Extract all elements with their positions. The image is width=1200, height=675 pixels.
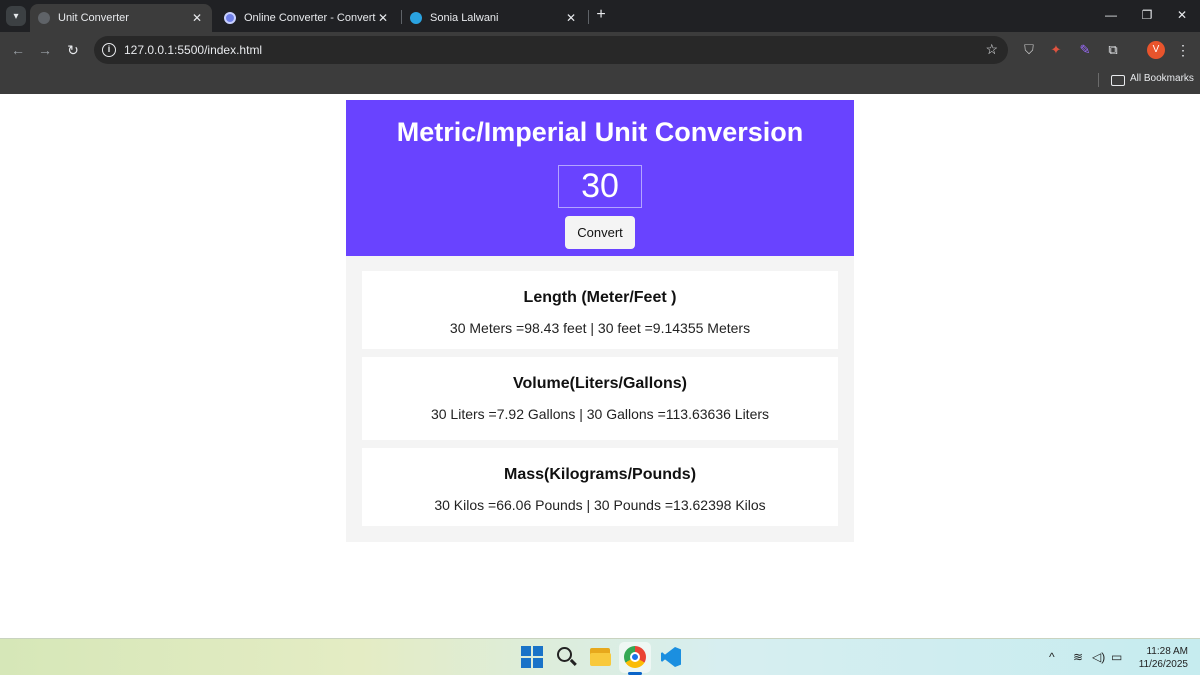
clock-time: 11:28 AM — [1146, 646, 1188, 657]
address-bar[interactable]: i 127.0.0.1:5500/index.html ☆ — [94, 36, 1008, 64]
file-explorer-icon[interactable] — [590, 646, 612, 668]
card-title: Mass(Kilograms/Pounds) — [503, 466, 697, 483]
card-result: 30 Kilos =66.06 Pounds | 30 Pounds =13.6… — [434, 497, 766, 513]
tab-title: Online Converter - Convert Ima — [244, 12, 376, 24]
folder-icon[interactable] — [1111, 75, 1125, 86]
system-clock[interactable]: 11:28 AM 11/26/2025 — [1130, 645, 1188, 671]
reload-icon[interactable]: ↻ — [63, 40, 83, 60]
telegram-icon — [410, 12, 422, 24]
convert-button[interactable]: Convert — [565, 216, 635, 249]
bookmarks-divider — [1098, 73, 1099, 87]
windows-taskbar: ^ ≋ ◁) ▭ 11:28 AM 11/26/2025 — [0, 638, 1200, 675]
page-title: Metric/Imperial Unit Conversion — [396, 117, 804, 147]
tab-divider — [588, 10, 589, 24]
back-arrow-icon[interactable]: ← — [8, 40, 28, 60]
ruffle-extension-icon[interactable]: ✦ — [1047, 41, 1065, 59]
shield-extension-icon[interactable]: ⛉ — [1020, 41, 1038, 59]
url-text[interactable]: 127.0.0.1:5500/index.html — [124, 43, 262, 57]
browser-toolbar: ← → ↻ i 127.0.0.1:5500/index.html ☆ ⛉ ✦ … — [0, 32, 1200, 68]
globe-icon — [38, 12, 50, 24]
battery-icon[interactable]: ▭ — [1111, 650, 1122, 664]
bookmark-star-icon[interactable]: ☆ — [985, 41, 998, 58]
windows-start-icon[interactable] — [521, 646, 543, 668]
chrome-icon[interactable] — [624, 646, 646, 668]
page-viewport: Metric/Imperial Unit Conversion Convert … — [0, 94, 1200, 638]
unit-converter-app: Metric/Imperial Unit Conversion Convert … — [346, 100, 854, 542]
mass-card: Mass(Kilograms/Pounds) 30 Kilos =66.06 P… — [362, 448, 838, 526]
chevron-up-icon[interactable]: ^ — [1049, 650, 1055, 664]
vscode-icon[interactable] — [660, 646, 682, 668]
card-title: Length (Meter/Feet ) — [523, 289, 677, 306]
tab-strip: ▾ Unit Converter ✕ Online Converter - Co… — [0, 0, 1200, 32]
card-result: 30 Liters =7.92 Gallons | 30 Gallons =11… — [430, 406, 770, 422]
length-card: Length (Meter/Feet ) 30 Meters =98.43 fe… — [362, 271, 838, 349]
converter-header: Metric/Imperial Unit Conversion Convert — [346, 100, 854, 256]
close-icon[interactable]: ✕ — [190, 11, 204, 25]
volume-icon[interactable]: ◁) — [1092, 650, 1105, 664]
extensions-puzzle-icon[interactable]: ⧉ — [1104, 41, 1122, 59]
tab-title: Sonia Lalwani — [430, 12, 499, 24]
site-info-icon[interactable]: i — [102, 43, 116, 57]
card-title: Volume(Liters/Gallons) — [513, 375, 687, 392]
restore-icon[interactable]: ❐ — [1129, 4, 1165, 26]
results-panel: Length (Meter/Feet ) 30 Meters =98.43 fe… — [346, 256, 854, 542]
wifi-icon[interactable]: ≋ — [1073, 650, 1083, 664]
pen-extension-icon[interactable]: ✎ — [1076, 41, 1094, 59]
minimize-icon[interactable]: — — [1093, 4, 1129, 26]
new-tab-plus-icon[interactable]: + — [592, 6, 610, 24]
search-icon[interactable] — [556, 646, 578, 668]
number-input[interactable] — [558, 165, 642, 208]
tab-title: Unit Converter — [58, 12, 129, 24]
all-bookmarks-link[interactable]: All Bookmarks — [1130, 73, 1194, 84]
profile-avatar[interactable]: V — [1147, 41, 1165, 59]
tab-unit-converter[interactable]: Unit Converter ✕ — [30, 4, 212, 32]
forward-arrow-icon[interactable]: → — [35, 40, 55, 60]
tab-search-icon[interactable]: ▾ — [6, 6, 26, 26]
volume-card: Volume(Liters/Gallons) 30 Liters =7.92 G… — [362, 357, 838, 440]
close-icon[interactable]: ✕ — [564, 11, 578, 25]
converter-favicon-icon — [224, 12, 236, 24]
tab-online-converter[interactable]: Online Converter - Convert Ima ✕ — [216, 4, 398, 32]
card-result: 30 Meters =98.43 feet | 30 feet =9.14355… — [449, 320, 751, 336]
window-close-icon[interactable]: ✕ — [1164, 4, 1200, 26]
close-icon[interactable]: ✕ — [376, 11, 390, 25]
clock-date: 11/26/2025 — [1138, 659, 1188, 670]
kebab-menu-icon[interactable]: ⋮ — [1176, 41, 1190, 59]
tab-sonia-lalwani[interactable]: Sonia Lalwani ✕ — [402, 4, 586, 32]
bookmarks-bar: All Bookmarks — [0, 68, 1200, 94]
